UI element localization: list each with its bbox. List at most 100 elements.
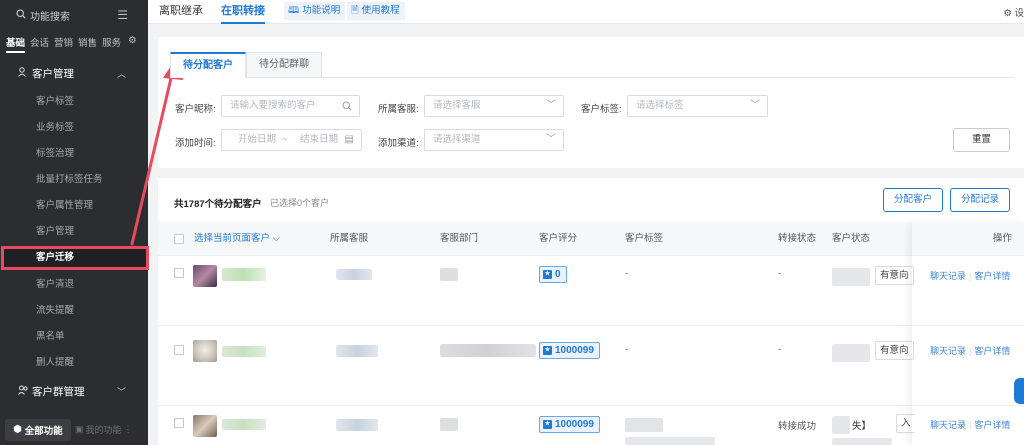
nickname-placeholder: 请输入要搜索的客户 <box>230 100 316 111</box>
table-row: ★ 1000099 转接成功 失】 入 聊天记录 | 客户详情 <box>158 406 1024 445</box>
user-icon <box>18 66 32 80</box>
tab-unassigned-groups[interactable]: 待分配群聊 <box>246 52 322 78</box>
select-all-checkbox[interactable] <box>174 234 184 244</box>
all-functions-label: 全部功能 <box>24 425 63 437</box>
row-actions: 聊天记录 | 客户详情 <box>930 346 1011 356</box>
sidebar-group-label: 客户群管理 <box>32 385 85 398</box>
sidebar-item-business-tags[interactable]: 业务标签 <box>0 118 148 138</box>
th-customer-status: 客户状态 <box>832 233 871 244</box>
transfer-status-cell: - <box>778 268 782 279</box>
search-icon <box>342 96 352 119</box>
customer-name-blurred <box>222 346 266 357</box>
sidebar-item-batch-tagging[interactable]: 批量打标签任务 <box>0 170 148 190</box>
sub-tabs: 待分配客户 待分配群聊 <box>170 52 322 78</box>
assign-records-button[interactable]: 分配记录 <box>950 188 1010 212</box>
table-row: ★ 0 - - 有意向 聊天记录 | 客户详情 <box>158 256 1024 326</box>
th-actions: 操作 <box>993 233 1013 244</box>
transfer-status-cell: - <box>778 344 782 355</box>
th-transfer-status: 转接状态 <box>778 233 817 244</box>
all-functions-button[interactable]: ⬢ 全部功能 <box>5 418 71 441</box>
sidebar: 功能搜索 ☰ 基础 会话 营销 销售 服务 ⚙ 客户管理 ︿ 客户标签 业务标签… <box>0 0 149 445</box>
transfer-status-cell: 转接成功 <box>778 421 817 432</box>
sidebar-item-customer-migration[interactable]: 客户迁移 <box>1 246 149 270</box>
row-checkbox[interactable] <box>174 268 184 278</box>
chevron-down-icon: ﹀ <box>546 134 556 145</box>
tags-cell: - <box>625 344 629 355</box>
selected-count: 已选择0个客户 <box>270 198 330 208</box>
score-value: 0 <box>555 269 561 280</box>
menu-icon[interactable]: ☰ <box>117 8 128 22</box>
table-row: ★ 1000099 - - 有意向 聊天记录 | 客户详情 <box>158 326 1024 406</box>
sidebar-item-customer-clearance[interactable]: 客户清退 <box>0 275 148 295</box>
floating-help-button[interactable] <box>1014 378 1024 404</box>
sidebar-tab-marketing[interactable]: 营销 <box>54 35 73 53</box>
tag-select[interactable]: 请选择标签 ﹀ <box>627 95 768 117</box>
sidebar-item-delete-alert[interactable]: 删人提醒 <box>0 353 148 373</box>
book-icon: 🕮 <box>288 5 300 16</box>
my-functions-button[interactable]: ▣ 我的功能 ⋮ <box>75 423 133 436</box>
status-blurred <box>832 416 850 434</box>
settings-link[interactable]: ⚙ 设 <box>1003 5 1024 19</box>
score-badge: ★ 0 <box>539 266 567 283</box>
row-checkbox[interactable] <box>174 345 184 355</box>
score-value: 1000099 <box>555 419 594 430</box>
tutorial-link[interactable]: 🗎 使用教程 <box>347 2 405 20</box>
chat-history-link[interactable]: 聊天记录 <box>930 271 966 281</box>
extension-icon[interactable]: ⚙ <box>128 35 137 53</box>
tab-resigned-inheritance[interactable]: 离职继承 <box>159 0 203 24</box>
tag-label: 客户标签: <box>581 104 622 115</box>
feature-guide-link[interactable]: 🕮 功能说明 <box>284 2 346 20</box>
sidebar-item-customer-tags[interactable]: 客户标签 <box>0 92 148 112</box>
status-text: 失】 <box>852 421 872 432</box>
assign-customers-button[interactable]: 分配客户 <box>883 188 943 212</box>
th-tags: 客户标签 <box>625 233 664 244</box>
date-range-input[interactable]: 开始日期 ~ 结束日期 ▤ <box>221 129 362 151</box>
status-blurred <box>832 268 870 286</box>
agent-label: 所属客服: <box>378 104 419 115</box>
chevron-down-icon: ﹀ <box>116 386 126 397</box>
sidebar-tab-service[interactable]: 服务 <box>102 35 121 53</box>
sidebar-tab-sales[interactable]: 销售 <box>78 35 97 53</box>
sidebar-item-attribute-mgmt[interactable]: 客户属性管理 <box>0 196 148 216</box>
sidebar-group-customer-group-mgmt[interactable]: 客户群管理 ﹀ <box>0 378 148 404</box>
department-blurred <box>440 268 458 281</box>
nickname-label: 客户昵称: <box>175 104 216 115</box>
function-search[interactable]: 功能搜索 ☰ <box>6 5 142 25</box>
customer-detail-link[interactable]: 客户详情 <box>974 271 1010 281</box>
chat-history-link[interactable]: 聊天记录 <box>930 420 966 430</box>
sidebar-item-tag-governance[interactable]: 标签治理 <box>0 144 148 164</box>
agent-select[interactable]: 请选择客服 ﹀ <box>424 95 564 117</box>
sidebar-tab-chat[interactable]: 会话 <box>30 35 49 53</box>
chevron-down-icon: ﹀ <box>750 100 760 111</box>
status-tag[interactable]: 有意向 <box>875 341 914 360</box>
chevron-down-icon: ⌵ <box>270 233 280 244</box>
customer-detail-link[interactable]: 客户详情 <box>974 346 1010 356</box>
select-page-label: 选择当前页面客户 <box>194 233 271 244</box>
nickname-search-input[interactable]: 请输入要搜索的客户 <box>221 95 360 117</box>
reset-button[interactable]: 重置 <box>953 128 1010 152</box>
channel-select[interactable]: 请选择渠道 ﹀ <box>424 129 564 151</box>
tab-active-transfer[interactable]: 在职转接 <box>221 0 265 24</box>
status-tag[interactable]: 有意向 <box>875 266 914 285</box>
chat-history-link[interactable]: 聊天记录 <box>930 346 966 356</box>
status-tag[interactable]: 入 <box>896 414 915 433</box>
sidebar-item-customer-mgmt[interactable]: 客户管理 <box>0 222 148 242</box>
channel-label: 添加渠道: <box>378 138 419 149</box>
agent-placeholder: 请选择客服 <box>433 100 481 111</box>
feature-guide-label: 功能说明 <box>302 5 341 16</box>
chevron-up-icon: ︿ <box>116 68 126 79</box>
tab-unassigned-customers[interactable]: 待分配客户 <box>170 52 246 78</box>
agent-blurred <box>336 345 378 357</box>
date-separator: ~ <box>282 134 288 145</box>
star-icon: ▣ <box>75 424 84 434</box>
sidebar-item-churn-alert[interactable]: 流失提醒 <box>0 301 148 321</box>
sidebar-tab-basic[interactable]: 基础 <box>6 35 26 53</box>
customer-detail-link[interactable]: 客户详情 <box>974 420 1010 430</box>
calendar-icon: ▤ <box>344 134 354 145</box>
sidebar-bottom: ⬢ 全部功能 ▣ 我的功能 ⋮ <box>0 414 148 445</box>
row-checkbox[interactable] <box>174 418 184 428</box>
select-page-customers[interactable]: 选择当前页面客户 ⌵ <box>194 222 280 256</box>
score-icon: ★ <box>543 346 552 355</box>
sidebar-group-customer-mgmt[interactable]: 客户管理 ︿ <box>0 60 148 86</box>
sidebar-item-blacklist[interactable]: 黑名单 <box>0 327 148 347</box>
